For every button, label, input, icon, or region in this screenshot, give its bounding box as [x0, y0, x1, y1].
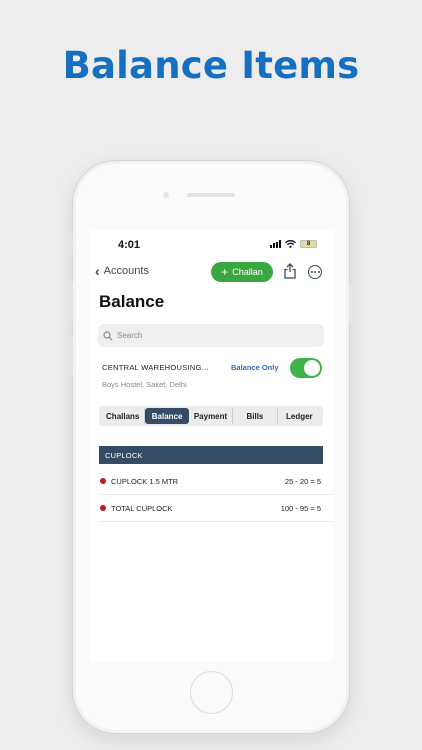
wifi-icon — [285, 240, 296, 248]
tab-bills[interactable]: Bills — [233, 408, 278, 424]
more-options-icon[interactable] — [308, 265, 322, 279]
back-button[interactable]: ‹ Accounts — [95, 264, 149, 278]
app-screen: 4:01 8 ‹ Accounts + Challan Balance Sear… — [90, 230, 333, 662]
nav-bar: ‹ Accounts + Challan — [90, 262, 333, 284]
status-dot-icon — [100, 478, 106, 484]
challan-button-label: Challan — [232, 267, 263, 277]
front-camera — [163, 192, 169, 198]
chevron-left-icon: ‹ — [95, 263, 100, 279]
status-dot-icon — [100, 505, 106, 511]
status-icons: 8 — [270, 240, 317, 248]
account-name[interactable]: CENTRAL WAREHOUSING... — [102, 363, 209, 372]
search-bar[interactable] — [98, 324, 324, 347]
search-icon — [103, 330, 113, 340]
tab-bar: Challans Balance Payment Bills Ledger — [99, 406, 323, 426]
battery-icon: 8 — [300, 240, 317, 248]
phone-side-button — [69, 233, 73, 255]
tab-balance[interactable]: Balance — [145, 408, 189, 424]
headline: Balance Items — [62, 44, 360, 87]
phone-volume-up — [69, 282, 73, 322]
status-time: 4:01 — [118, 239, 141, 251]
item-name: TOTAL CUPLOCK — [111, 503, 173, 513]
speaker-grille — [187, 193, 235, 197]
search-input[interactable] — [117, 331, 297, 340]
back-label: Accounts — [103, 265, 149, 277]
list-item[interactable]: CUPLOCK 1.5 MTR 25 - 20 = 5 — [99, 468, 333, 495]
home-button[interactable] — [190, 671, 233, 714]
phone-power-button — [349, 282, 353, 324]
tab-ledger[interactable]: Ledger — [278, 408, 321, 424]
share-icon[interactable] — [283, 263, 297, 279]
item-name: CUPLOCK 1.5 MTR — [111, 476, 179, 486]
phone-volume-down — [69, 336, 73, 376]
balance-only-toggle[interactable] — [290, 358, 322, 378]
page-title: Balance — [99, 292, 165, 311]
balance-only-label: Balance Only — [231, 363, 279, 372]
account-address: Boys Hostel, Saket, Delhi — [102, 380, 187, 389]
add-challan-button[interactable]: + Challan — [211, 262, 273, 282]
toggle-knob — [304, 360, 320, 376]
plus-icon: + — [221, 265, 229, 279]
item-balance: 25 - 20 = 5 — [284, 476, 321, 486]
item-balance: 100 - 95 = 5 — [280, 503, 321, 513]
group-header: CUPLOCK — [99, 446, 323, 464]
list-item[interactable]: TOTAL CUPLOCK 100 - 95 = 5 — [99, 495, 333, 522]
cellular-signal-icon — [270, 240, 281, 248]
tab-payment[interactable]: Payment — [189, 408, 234, 424]
tab-challans[interactable]: Challans — [101, 408, 146, 424]
